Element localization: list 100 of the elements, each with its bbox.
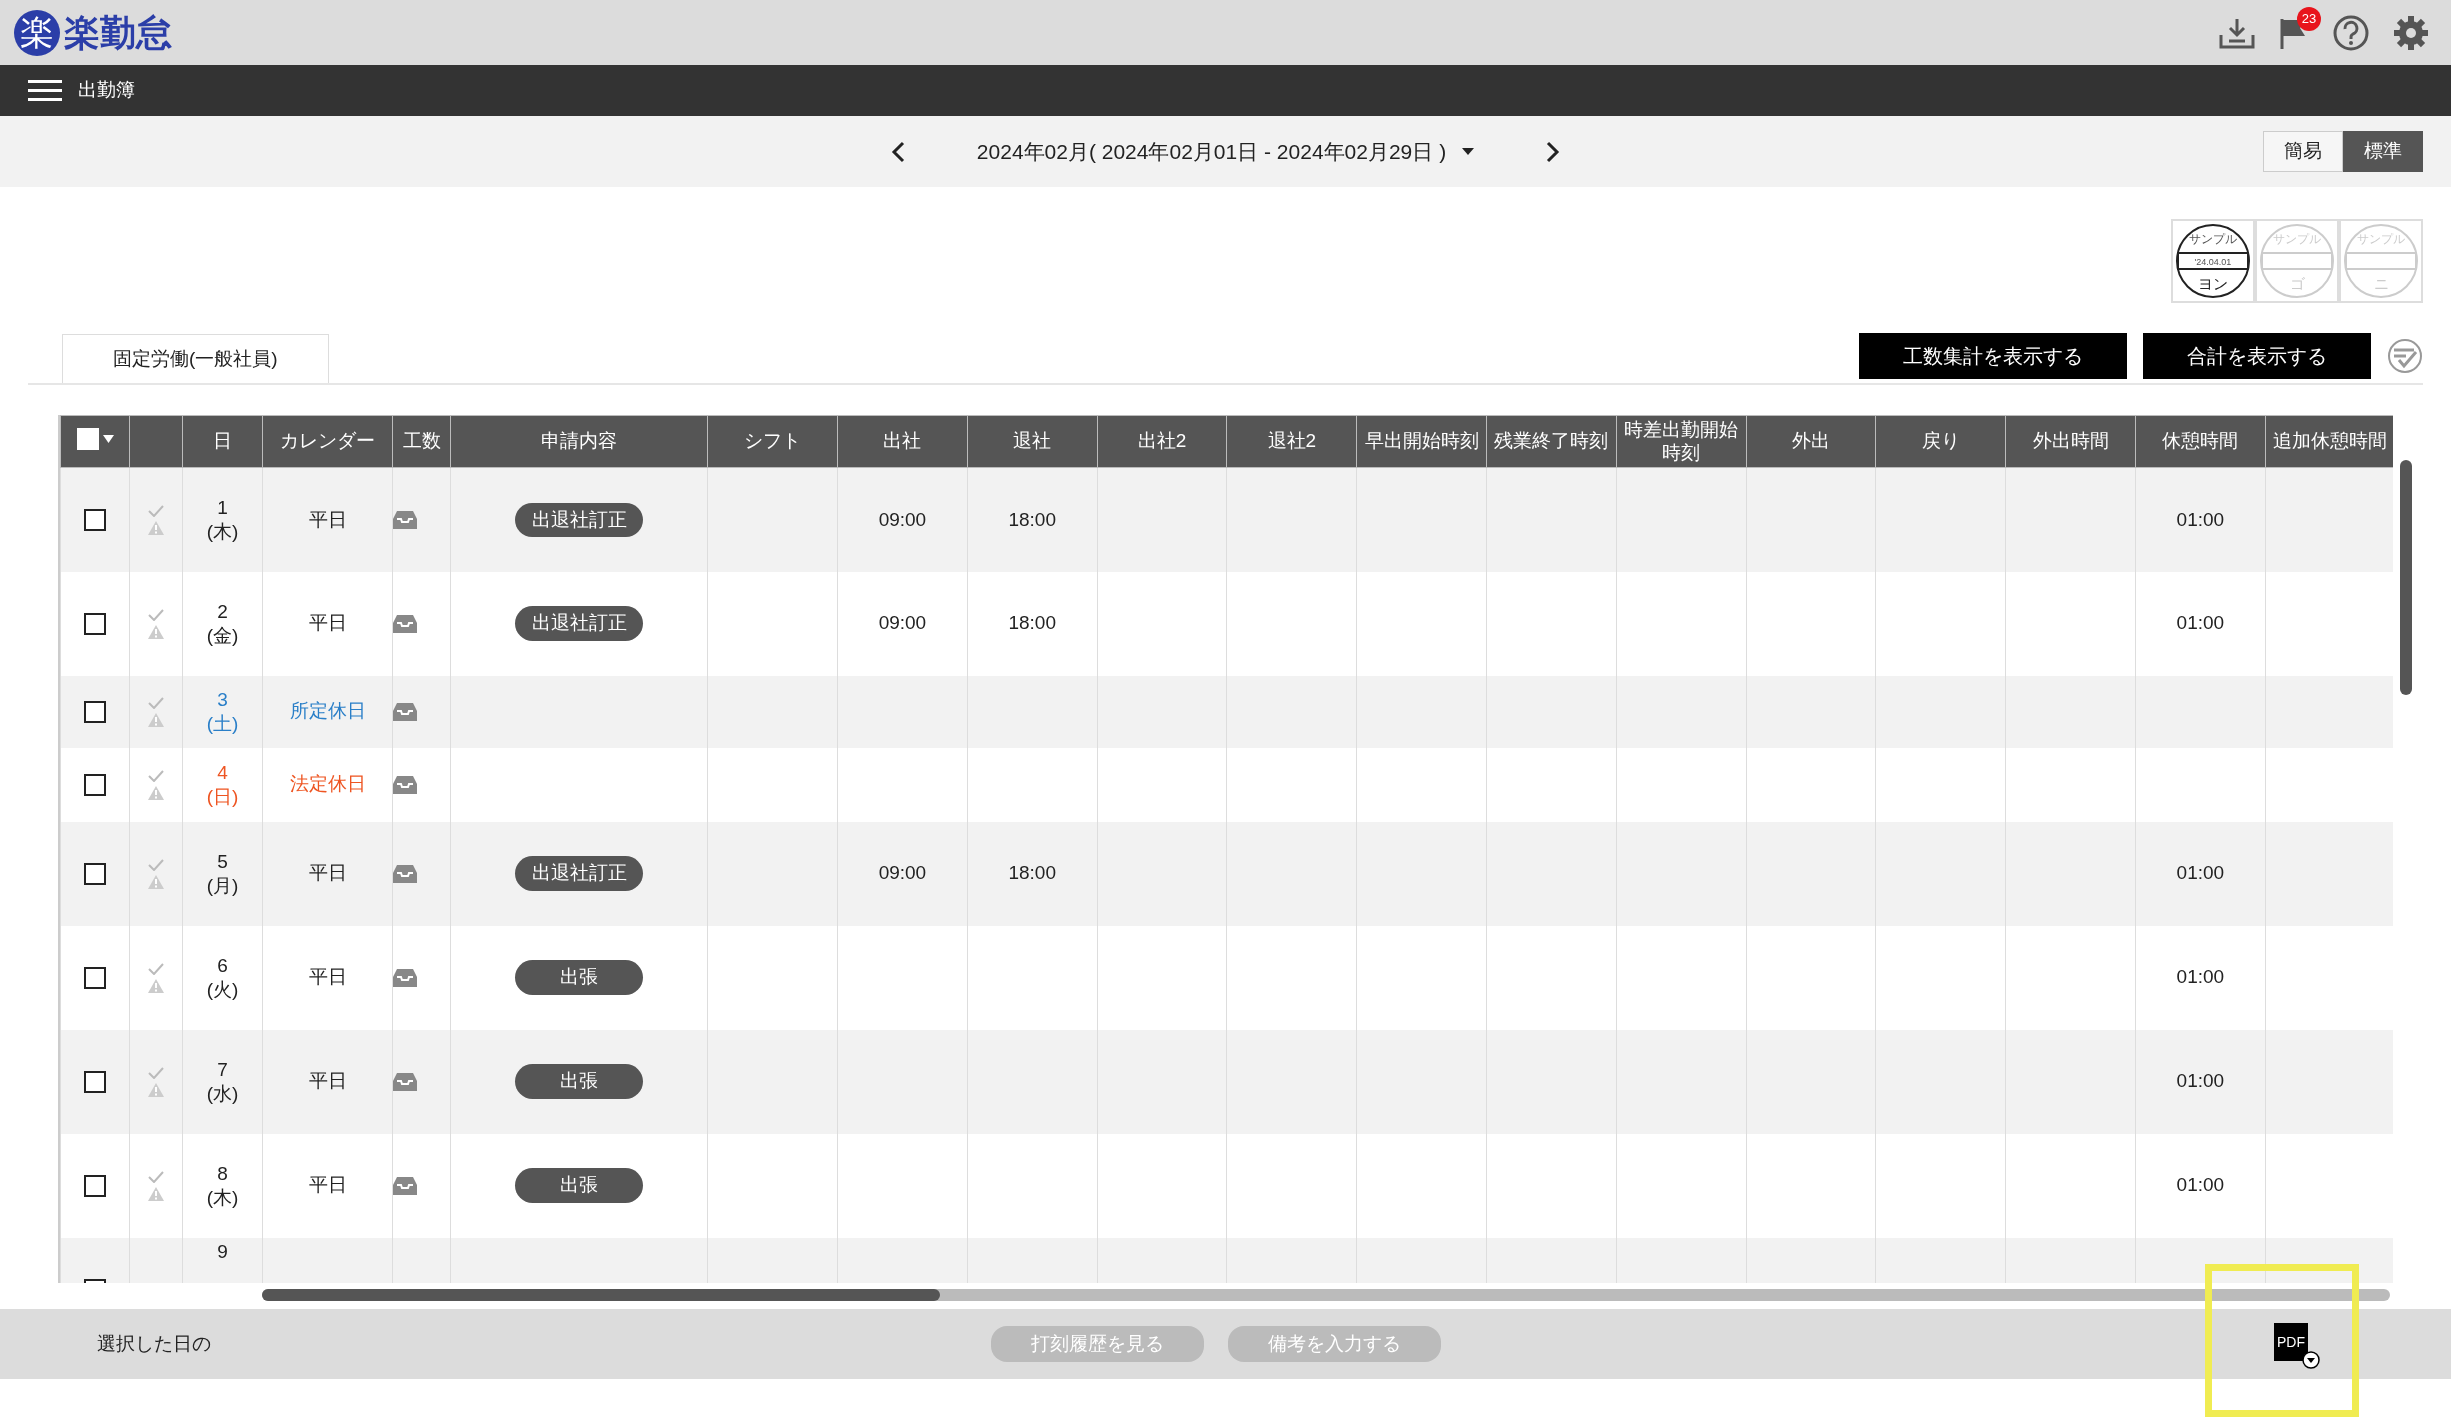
row-checkbox[interactable] — [84, 1071, 106, 1094]
column-header: カレンダー — [280, 430, 375, 452]
row-checkbox[interactable] — [84, 613, 106, 636]
calendar-type: 平日 — [308, 1070, 347, 1092]
action-button[interactable]: 工数集計を表示する — [1859, 333, 2127, 379]
seal-stamp: サンプル '24.04.01 ヨン — [2175, 223, 2251, 299]
weekday: (土) — [206, 711, 239, 736]
period-label[interactable]: 2024年02月( 2024年02月01日 - 2024年02月29日 ) — [976, 135, 1447, 168]
column-header: 日 — [213, 430, 232, 452]
check-icon — [148, 608, 164, 621]
view-toggle[interactable]: 簡易 — [2263, 131, 2343, 172]
dropdown-caret-icon[interactable] — [1462, 147, 1475, 156]
request-badge[interactable]: 出退社訂正 — [515, 856, 643, 891]
row-checkbox[interactable] — [84, 509, 106, 532]
day-number: 6 — [217, 953, 228, 978]
calendar-type: 平日 — [308, 612, 347, 634]
inbox-icon[interactable] — [393, 1072, 417, 1091]
warning-icon — [148, 1082, 164, 1097]
inbox-icon[interactable] — [393, 614, 417, 633]
check-icon — [148, 1170, 164, 1183]
warning-icon — [148, 1186, 164, 1201]
calendar-type: 平日 — [308, 508, 347, 530]
day-number: 1 — [217, 496, 228, 520]
next-icon[interactable] — [1546, 140, 1561, 163]
time-value: 01:00 — [2176, 1174, 2225, 1196]
time-value: 09:00 — [878, 862, 927, 884]
approve-stamp-icon[interactable] — [2387, 338, 2423, 374]
warning-icon — [148, 978, 164, 993]
column-header: 申請内容 — [541, 430, 617, 452]
time-value: 01:00 — [2176, 508, 2225, 530]
check-icon — [148, 504, 164, 517]
column-header: シフト — [744, 430, 801, 452]
calendar-type: 平日 — [308, 1174, 347, 1196]
menu-icon[interactable] — [28, 79, 62, 102]
warning-icon — [148, 520, 164, 535]
row-checkbox[interactable] — [84, 774, 106, 797]
dropdown-caret-icon[interactable] — [2302, 1351, 2320, 1369]
settings-icon[interactable] — [2393, 14, 2429, 51]
request-badge[interactable]: 出張 — [515, 1168, 643, 1203]
dropdown-caret-icon[interactable] — [102, 434, 114, 443]
inbox-icon[interactable] — [393, 510, 417, 529]
column-header: 工数 — [402, 430, 441, 452]
column-header: 出社2 — [1137, 430, 1187, 452]
column-header: 外出 — [1791, 430, 1830, 452]
weekday: (木) — [206, 1185, 239, 1210]
previous-icon[interactable] — [890, 140, 905, 163]
scrollbar-thumb[interactable] — [262, 1289, 940, 1301]
request-badge[interactable]: 出退社訂正 — [515, 606, 643, 641]
page-title: 出勤簿 — [78, 78, 135, 103]
download-tray-icon[interactable] — [2219, 16, 2255, 49]
calendar-type: 所定休日 — [289, 700, 366, 722]
view-toggle[interactable]: 標準 — [2343, 131, 2423, 172]
help-icon[interactable] — [2333, 14, 2369, 51]
tab[interactable]: 固定労働(一般社員) — [62, 333, 329, 383]
column-header: 退社2 — [1267, 430, 1317, 452]
weekday: (火) — [206, 977, 239, 1002]
time-value: 18:00 — [1008, 612, 1056, 634]
row-checkbox[interactable] — [84, 1175, 106, 1198]
time-value: 09:00 — [878, 508, 927, 530]
warning-icon — [148, 785, 164, 800]
inbox-icon[interactable] — [393, 864, 417, 883]
column-header: 早出開始時刻 — [1364, 430, 1479, 452]
row-checkbox[interactable] — [84, 701, 106, 724]
row-checkbox[interactable] — [84, 967, 106, 990]
day-number: 8 — [217, 1161, 228, 1186]
day-number: 5 — [217, 849, 228, 874]
calendar-type: 法定休日 — [289, 773, 366, 795]
check-icon — [148, 962, 164, 975]
action-button[interactable]: 合計を表示する — [2143, 333, 2371, 379]
request-badge[interactable]: 出退社訂正 — [515, 502, 643, 537]
warning-icon — [148, 624, 164, 639]
logo-text: 楽勤怠 — [64, 10, 172, 55]
inbox-icon[interactable] — [393, 968, 417, 987]
weekday: (木) — [206, 519, 239, 544]
check-icon — [148, 769, 164, 782]
column-header: 外出時間 — [2032, 430, 2109, 452]
warning-icon — [148, 874, 164, 889]
footer-label: 選択した日の — [97, 1331, 211, 1356]
select-all-checkbox[interactable] — [76, 427, 99, 450]
row-checkbox[interactable] — [84, 863, 106, 886]
horizontal-scrollbar[interactable] — [262, 1289, 2390, 1301]
calendar-type: 平日 — [308, 862, 347, 884]
vertical-scrollbar[interactable] — [2400, 460, 2412, 695]
column-header: 時差出勤開始時刻 — [1624, 418, 1739, 463]
request-badge[interactable]: 出張 — [515, 960, 643, 995]
time-value: 01:00 — [2176, 612, 2225, 634]
calendar-type: 平日 — [308, 966, 347, 988]
inbox-icon[interactable] — [393, 775, 417, 794]
weekday: (金) — [206, 623, 239, 648]
request-badge[interactable]: 出張 — [515, 1064, 643, 1099]
inbox-icon[interactable] — [393, 1176, 417, 1195]
time-value: 18:00 — [1008, 862, 1056, 884]
column-header: 残業終了時刻 — [1494, 430, 1609, 452]
check-icon — [148, 696, 164, 709]
weekday: (日) — [206, 784, 239, 809]
inbox-icon[interactable] — [393, 702, 417, 721]
time-value: 01:00 — [2176, 966, 2225, 988]
check-icon — [148, 1066, 164, 1079]
time-value: 01:00 — [2176, 1070, 2225, 1092]
check-icon — [148, 858, 164, 871]
